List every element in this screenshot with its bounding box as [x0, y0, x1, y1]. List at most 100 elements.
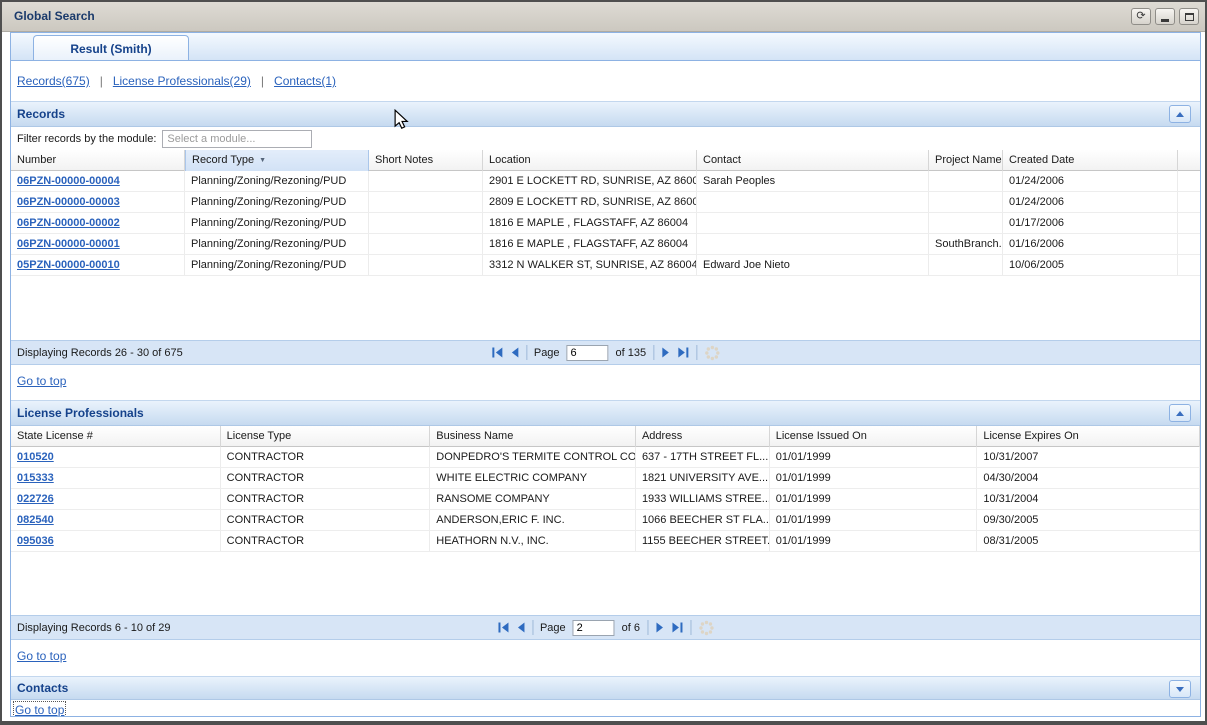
records-table-body: 06PZN-00000-00004 Planning/Zoning/Rezonin…: [11, 171, 1200, 276]
tab-result-smith[interactable]: Result (Smith): [33, 35, 189, 61]
state_license-link[interactable]: 082540: [17, 514, 54, 526]
column-label: License Type: [227, 430, 292, 442]
state_license-link[interactable]: 015333: [17, 472, 54, 484]
contacts-count-link[interactable]: Contacts(1): [274, 74, 336, 88]
last-page-button[interactable]: [671, 622, 683, 633]
cell-created_date: 01/16/2006: [1003, 234, 1178, 254]
cell-project_name: SouthBranch...: [929, 234, 1003, 254]
column-header-number[interactable]: Number: [11, 150, 185, 171]
column-header-license_expires_on[interactable]: License Expires On: [977, 426, 1200, 447]
cell-license_type: CONTRACTOR: [221, 510, 431, 530]
prev-page-icon: [510, 347, 519, 358]
column-label: Project Name: [935, 154, 1002, 166]
table-row: 095036CONTRACTORHEATHORN N.V., INC.1155 …: [11, 531, 1200, 552]
records-collapse-button[interactable]: [1169, 105, 1191, 123]
prev-page-icon: [516, 622, 525, 633]
minimize-button[interactable]: [1155, 8, 1175, 25]
column-header-short_notes[interactable]: Short Notes: [369, 150, 483, 171]
column-header-address[interactable]: Address: [636, 426, 770, 447]
cell-location: 1816 E MAPLE , FLAGSTAFF, AZ 86004: [483, 234, 697, 254]
cell-license_type: CONTRACTOR: [221, 531, 431, 551]
cell-state_license: 095036: [11, 531, 221, 551]
license-professionals-table: State License # License Type Business Name…: [11, 426, 1200, 552]
records-pagination-bar: Displaying Records 26 - 30 of 675 Page o…: [11, 340, 1200, 365]
cell-record_type: Planning/Zoning/Rezoning/PUD: [185, 192, 369, 212]
column-header-location[interactable]: Location: [483, 150, 697, 171]
next-page-button[interactable]: [655, 622, 664, 633]
table-row: 010520CONTRACTORDONPEDRO'S TERMITE CONTR…: [11, 447, 1200, 468]
cell-number: 06PZN-00000-00003: [11, 192, 185, 212]
cell-created_date: 01/17/2006: [1003, 213, 1178, 233]
number-link[interactable]: 05PZN-00000-00010: [17, 259, 120, 271]
prev-page-button[interactable]: [510, 347, 519, 358]
maximize-button[interactable]: [1179, 8, 1199, 25]
state_license-link[interactable]: 022726: [17, 493, 54, 505]
number-link[interactable]: 06PZN-00000-00001: [17, 238, 120, 250]
column-label: Business Name: [436, 430, 513, 442]
records-go-to-top-link[interactable]: Go to top: [17, 374, 66, 388]
cell-location: 2901 E LOCKETT RD, SUNRISE, AZ 86004: [483, 171, 697, 191]
contacts-go-to-top-link[interactable]: Go to top: [15, 703, 64, 717]
cell-license_expires_on: 09/30/2005: [977, 510, 1200, 530]
contacts-section-header: Contacts: [11, 676, 1200, 700]
column-label: Short Notes: [375, 154, 433, 166]
column-header-license_type[interactable]: License Type: [221, 426, 431, 447]
records-filter-row: Filter records by the module:: [11, 127, 1200, 150]
window-title: Global Search: [14, 9, 95, 23]
cell-state_license: 015333: [11, 468, 221, 488]
number-link[interactable]: 06PZN-00000-00004: [17, 175, 120, 187]
cell-address: 1066 BEECHER ST FLA...: [636, 510, 770, 530]
license-professionals-section-title: License Professionals: [17, 406, 144, 420]
number-link[interactable]: 06PZN-00000-00003: [17, 196, 120, 208]
table-row: 082540CONTRACTORANDERSON,ERIC F. INC.106…: [11, 510, 1200, 531]
number-link[interactable]: 06PZN-00000-00002: [17, 217, 120, 229]
last-page-icon: [677, 347, 689, 358]
column-label: State License #: [17, 430, 93, 442]
module-filter-input[interactable]: [162, 130, 312, 148]
cell-state_license: 022726: [11, 489, 221, 509]
column-header-business_name[interactable]: Business Name: [430, 426, 636, 447]
cell-license_issued_on: 01/01/1999: [770, 447, 978, 467]
column-header-created_date[interactable]: Created Date: [1003, 150, 1178, 171]
cell-project_name: [929, 192, 1003, 212]
cell-license_expires_on: 10/31/2004: [977, 489, 1200, 509]
cell-license_type: CONTRACTOR: [221, 447, 431, 467]
prev-page-button[interactable]: [516, 622, 525, 633]
result-summary-links: Records(675) | License Professionals(29)…: [11, 61, 1200, 101]
license-professionals-count-link[interactable]: License Professionals(29): [113, 74, 251, 88]
loading-spinner-icon: [704, 345, 720, 361]
state_license-link[interactable]: 010520: [17, 451, 54, 463]
column-label: Location: [489, 154, 531, 166]
license-professionals-table-header: State License # License Type Business Name…: [11, 426, 1200, 447]
pager-divider: [653, 345, 654, 360]
column-label: Address: [642, 430, 682, 442]
license-professionals-go-to-top-link[interactable]: Go to top: [17, 649, 66, 663]
column-header-license_issued_on[interactable]: License Issued On: [770, 426, 978, 447]
column-header-project_name[interactable]: Project Name: [929, 150, 1003, 171]
cell-short_notes: [369, 255, 483, 275]
contacts-expand-button[interactable]: [1169, 680, 1191, 698]
license-professionals-collapse-button[interactable]: [1169, 404, 1191, 422]
records-count-link[interactable]: Records(675): [17, 74, 90, 88]
cell-address: 1821 UNIVERSITY AVE...: [636, 468, 770, 488]
refresh-button[interactable]: ⟳: [1131, 8, 1151, 25]
license-professionals-page-input[interactable]: [573, 620, 615, 636]
records-section-header: Records: [11, 101, 1200, 127]
license-professionals-paging-status: Displaying Records 6 - 10 of 29: [11, 622, 170, 634]
records-page-input[interactable]: [567, 345, 609, 361]
next-page-button[interactable]: [661, 347, 670, 358]
link-separator: |: [261, 74, 264, 88]
records-paging-status: Displaying Records 26 - 30 of 675: [11, 347, 183, 359]
column-label: Contact: [703, 154, 741, 166]
column-header-state_license[interactable]: State License #: [11, 426, 221, 447]
first-page-button[interactable]: [491, 347, 503, 358]
column-header-contact[interactable]: Contact: [697, 150, 929, 171]
last-page-button[interactable]: [677, 347, 689, 358]
column-header-record_type[interactable]: Record Type▼: [185, 150, 369, 171]
first-page-button[interactable]: [497, 622, 509, 633]
cell-location: 1816 E MAPLE , FLAGSTAFF, AZ 86004: [483, 213, 697, 233]
state_license-link[interactable]: 095036: [17, 535, 54, 547]
cell-number: 06PZN-00000-00002: [11, 213, 185, 233]
contacts-section-title: Contacts: [17, 681, 68, 695]
license-professionals-pagination-bar: Displaying Records 6 - 10 of 29 Page of …: [11, 615, 1200, 640]
